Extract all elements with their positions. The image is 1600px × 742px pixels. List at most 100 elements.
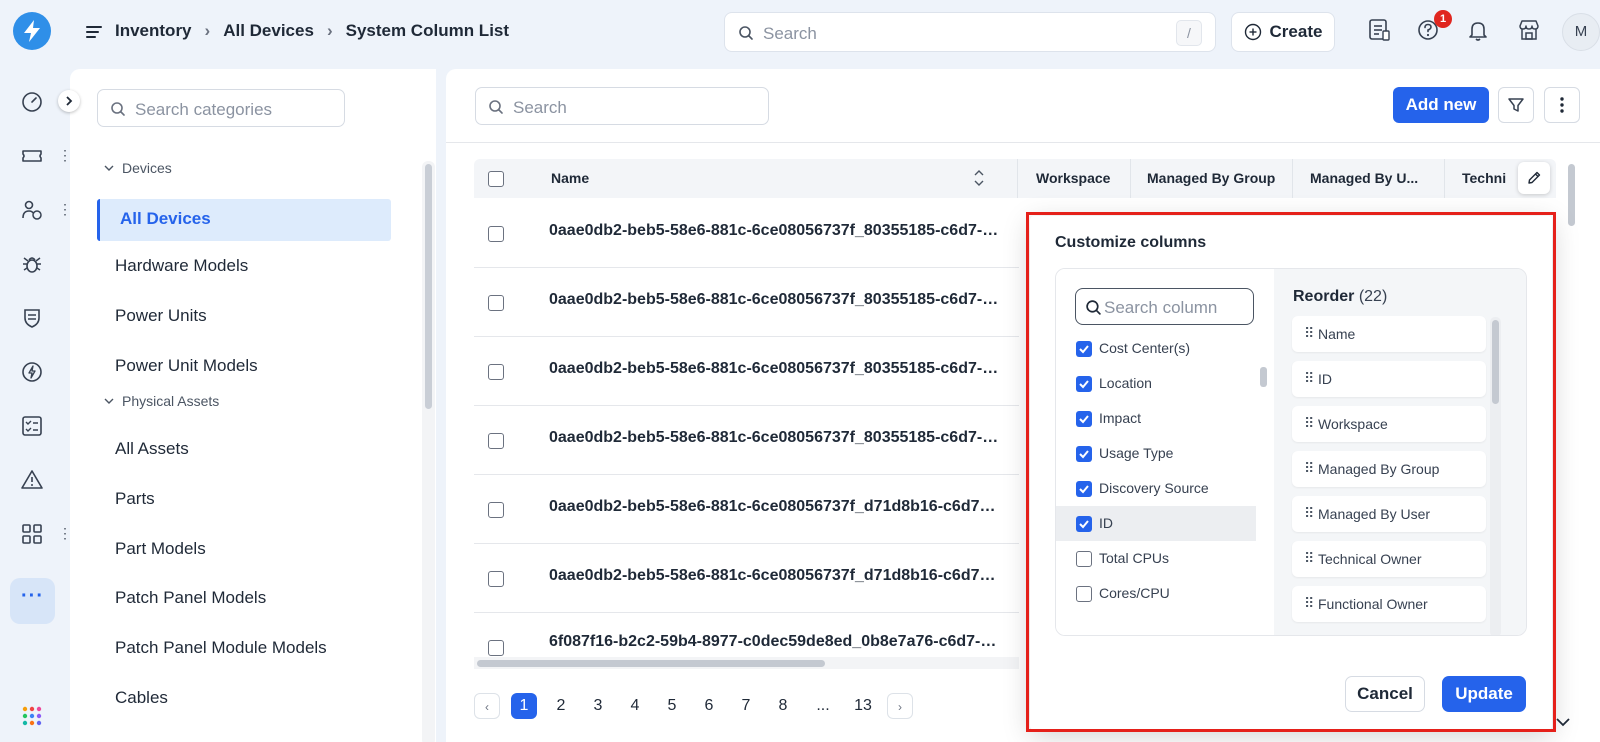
users-icon[interactable] — [20, 198, 44, 222]
checked-checkbox[interactable] — [1076, 411, 1092, 427]
group-devices[interactable]: Devices — [104, 160, 172, 176]
table-row[interactable]: 0aae0db2-beb5-58e6-881c-6ce08056737f_803… — [474, 337, 1019, 406]
checklist-icon[interactable] — [20, 414, 44, 438]
row-checkbox[interactable] — [488, 364, 504, 380]
app-logo-icon[interactable] — [13, 12, 51, 50]
table-search-input[interactable]: Search — [475, 87, 769, 125]
category-cables[interactable]: Cables — [115, 688, 168, 708]
checked-checkbox[interactable] — [1076, 446, 1092, 462]
column-option[interactable]: Location — [1056, 366, 1256, 401]
row-checkbox[interactable] — [488, 295, 504, 311]
category-patch-panel-module-models[interactable]: Patch Panel Module Models — [115, 638, 327, 658]
sort-icon[interactable] — [974, 169, 984, 187]
row-name[interactable]: 0aae0db2-beb5-58e6-881c-6ce08056737f_803… — [549, 429, 999, 447]
column-header-name[interactable]: Name — [551, 170, 589, 186]
page-3[interactable]: 3 — [585, 693, 611, 719]
reorder-item[interactable]: ⠿ Managed By User — [1292, 496, 1486, 532]
row-checkbox[interactable] — [488, 433, 504, 449]
category-scrollbar[interactable] — [425, 164, 432, 409]
expand-sidebar-chevron-icon[interactable] — [58, 90, 80, 112]
unchecked-checkbox[interactable] — [1076, 586, 1092, 602]
unchecked-checkbox[interactable] — [1076, 551, 1092, 567]
row-name[interactable]: 0aae0db2-beb5-58e6-881c-6ce08056737f_803… — [549, 360, 999, 378]
dashboard-gauge-icon[interactable] — [20, 90, 44, 114]
add-new-button[interactable]: Add new — [1393, 87, 1489, 123]
column-option[interactable]: Impact — [1056, 401, 1256, 436]
drag-handle-icon[interactable]: ⠿ — [1304, 505, 1314, 522]
previous-page-icon[interactable]: ‹ — [474, 693, 500, 719]
drag-handle-icon[interactable]: ⠿ — [1304, 370, 1314, 387]
select-all-checkbox[interactable] — [488, 171, 504, 187]
group-physical-assets[interactable]: Physical Assets — [104, 393, 219, 409]
reorder-item[interactable]: ⠿ ID — [1292, 361, 1486, 397]
column-header-managed-by-user[interactable]: Managed By U... — [1310, 170, 1418, 186]
cancel-button[interactable]: Cancel — [1345, 676, 1425, 712]
drag-handle-icon[interactable]: ⠿ — [1304, 325, 1314, 342]
more-options-button[interactable] — [1544, 87, 1580, 123]
shield-icon[interactable] — [20, 306, 44, 330]
filter-button[interactable] — [1498, 87, 1534, 123]
column-option[interactable]: Cost Center(s) — [1056, 331, 1256, 366]
page-2[interactable]: 2 — [548, 693, 574, 719]
table-row[interactable]: 0aae0db2-beb5-58e6-881c-6ce08056737f_d71… — [474, 475, 1019, 544]
column-option[interactable]: Usage Type — [1056, 436, 1256, 471]
category-all-devices[interactable]: All Devices — [97, 199, 391, 241]
column-list-scrollbar[interactable] — [1260, 367, 1267, 387]
breadcrumb-inventory[interactable]: Inventory — [115, 21, 192, 41]
scrollbar-thumb[interactable] — [477, 660, 825, 667]
reorder-item[interactable]: ⠿ Name — [1292, 316, 1486, 352]
release-icon[interactable] — [20, 360, 44, 384]
store-icon[interactable] — [1516, 17, 1542, 43]
menu-icon[interactable] — [86, 24, 104, 40]
column-header-managed-by-group[interactable]: Managed By Group — [1147, 170, 1275, 186]
category-power-units[interactable]: Power Units — [115, 306, 207, 326]
page-4[interactable]: 4 — [622, 693, 648, 719]
bug-icon[interactable] — [20, 252, 44, 276]
page-7[interactable]: 7 — [733, 693, 759, 719]
app-switcher-icon[interactable] — [22, 706, 42, 726]
column-option[interactable]: Total CPUs — [1056, 541, 1256, 576]
column-header-technical-owner[interactable]: Techni — [1462, 170, 1506, 186]
reorder-item[interactable]: ⠿ Managed By Group — [1292, 451, 1486, 487]
create-button[interactable]: Create — [1231, 12, 1335, 52]
checked-checkbox[interactable] — [1076, 516, 1092, 532]
table-row[interactable]: 0aae0db2-beb5-58e6-881c-6ce08056737f_803… — [474, 199, 1019, 268]
page-5[interactable]: 5 — [659, 693, 685, 719]
drag-handle-icon[interactable]: ⠿ — [1304, 460, 1314, 477]
row-name[interactable]: 0aae0db2-beb5-58e6-881c-6ce08056737f_d71… — [549, 567, 999, 585]
table-horizontal-scrollbar[interactable] — [474, 657, 1019, 669]
row-name[interactable]: 6f087f16-b2c2-59b4-8977-c0dec59de8ed_0b8… — [549, 633, 999, 651]
warning-icon[interactable] — [20, 468, 44, 492]
checked-checkbox[interactable] — [1076, 376, 1092, 392]
more-modules-button[interactable]: ··· — [10, 578, 55, 624]
row-checkbox[interactable] — [488, 502, 504, 518]
category-all-assets[interactable]: All Assets — [115, 439, 189, 459]
reorder-scrollbar[interactable] — [1492, 320, 1499, 404]
global-search-input[interactable]: Search / — [724, 12, 1216, 52]
drag-handle-icon[interactable]: ⠿ — [1304, 595, 1314, 612]
table-row[interactable]: 0aae0db2-beb5-58e6-881c-6ce08056737f_803… — [474, 406, 1019, 475]
reorder-item[interactable]: ⠿ Workspace — [1292, 406, 1486, 442]
drag-handle-icon[interactable]: ⠿ — [1304, 415, 1314, 432]
next-page-icon[interactable]: › — [887, 693, 913, 719]
page-13[interactable]: 13 — [850, 693, 876, 719]
row-checkbox[interactable] — [488, 640, 504, 656]
bell-icon[interactable] — [1466, 17, 1492, 43]
reorder-item[interactable]: ⠿ Functional Owner — [1292, 586, 1486, 622]
page-8[interactable]: 8 — [770, 693, 796, 719]
edit-columns-button[interactable] — [1518, 162, 1550, 194]
update-button[interactable]: Update — [1442, 676, 1526, 712]
row-checkbox[interactable] — [488, 226, 504, 242]
table-row[interactable]: 0aae0db2-beb5-58e6-881c-6ce08056737f_803… — [474, 268, 1019, 337]
table-row[interactable]: 0aae0db2-beb5-58e6-881c-6ce08056737f_d71… — [474, 544, 1019, 613]
ticket-icon[interactable] — [20, 144, 44, 168]
breadcrumb-all-devices[interactable]: All Devices — [223, 21, 314, 41]
category-part-models[interactable]: Part Models — [115, 539, 206, 559]
table-row[interactable]: 6f087f16-b2c2-59b4-8977-c0dec59de8ed_0b8… — [474, 613, 1019, 657]
category-hardware-models[interactable]: Hardware Models — [115, 256, 248, 276]
row-checkbox[interactable] — [488, 571, 504, 587]
column-search-input[interactable]: Search column — [1075, 288, 1254, 325]
category-patch-panel-models[interactable]: Patch Panel Models — [115, 588, 266, 608]
category-parts[interactable]: Parts — [115, 489, 155, 509]
apps-grid-icon[interactable] — [20, 522, 44, 546]
